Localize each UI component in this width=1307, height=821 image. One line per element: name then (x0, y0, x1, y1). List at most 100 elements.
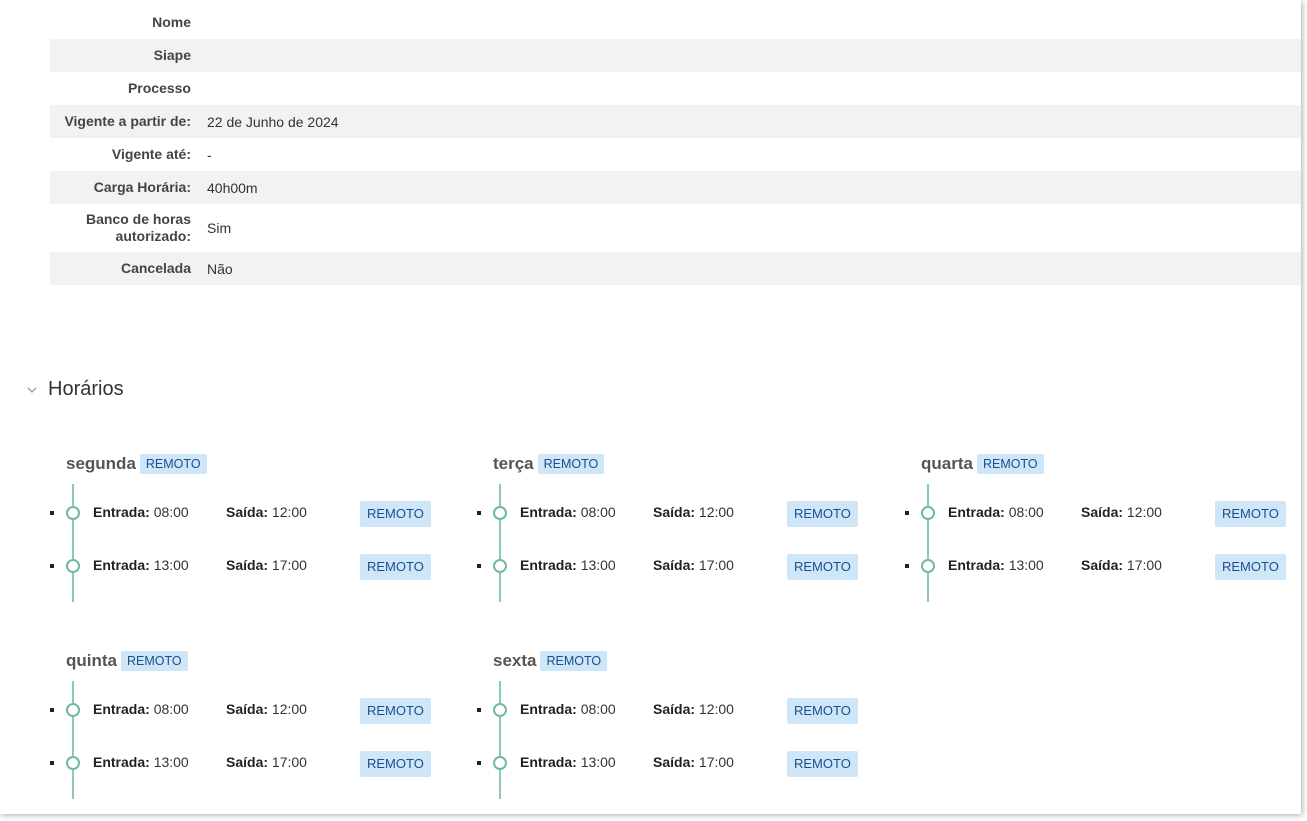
list-bullet (50, 511, 54, 515)
day-header: terça REMOTO (493, 452, 877, 476)
timeline-dot (66, 703, 80, 717)
schedule-entry: Entrada: 08:00 Saída: 12:00 REMOTO (50, 501, 450, 527)
saida-time: Saída: 17:00 (226, 754, 307, 770)
page-frame: Nome Siape Processo Vigente a partir de:… (0, 0, 1301, 814)
info-label: Processo (127, 80, 191, 96)
remote-badge: REMOTO (787, 554, 858, 580)
saida-time: Saída: 12:00 (653, 504, 734, 520)
saida-time: Saída: 17:00 (226, 557, 307, 573)
entrada-time: Entrada: 13:00 (948, 557, 1044, 573)
day-header: segunda REMOTO (66, 452, 450, 476)
entrada-time: Entrada: 08:00 (93, 701, 189, 717)
info-table: Nome Siape Processo Vigente a partir de:… (50, 6, 1301, 285)
remote-badge: REMOTO (360, 698, 431, 724)
info-value: Sim (207, 220, 232, 236)
list-bullet (477, 564, 481, 568)
timeline-dot (493, 756, 507, 770)
remote-badge: REMOTO (360, 501, 431, 527)
horarios-section-toggle[interactable]: Horários (26, 378, 124, 401)
schedule-entry: Entrada: 13:00 Saída: 17:00 REMOTO (50, 554, 450, 580)
list-bullet (477, 708, 481, 712)
info-label: Banco de horas autorizado: (85, 211, 191, 244)
entrada-time: Entrada: 13:00 (520, 557, 616, 573)
day-block-segunda: segunda REMOTO Entrada: 08:00 Saída: 12:… (50, 452, 450, 602)
info-row-vigente-inicio: Vigente a partir de: 22 de Junho de 2024 (50, 105, 1301, 138)
saida-time: Saída: 12:00 (226, 701, 307, 717)
saida-time: Saída: 17:00 (653, 557, 734, 573)
list-bullet (50, 761, 54, 765)
saida-time: Saída: 17:00 (1081, 557, 1162, 573)
chevron-down-icon[interactable] (26, 384, 38, 396)
info-value: Não (207, 260, 233, 277)
info-row-vigente-fim: Vigente até: - (50, 138, 1301, 171)
entrada-time: Entrada: 08:00 (948, 504, 1044, 520)
saida-time: Saída: 12:00 (226, 504, 307, 520)
timeline-dot (493, 506, 507, 520)
timeline-dot (493, 559, 507, 573)
saida-time: Saída: 12:00 (653, 701, 734, 717)
schedule-entry: Entrada: 08:00 Saída: 12:00 REMOTO (905, 501, 1301, 527)
schedule-entry: Entrada: 08:00 Saída: 12:00 REMOTO (477, 698, 877, 724)
info-value: 22 de Junho de 2024 (207, 113, 339, 130)
day-header: sexta REMOTO (493, 649, 877, 673)
remote-badge: REMOTO (540, 651, 608, 671)
section-title: Horários (48, 378, 124, 400)
info-label: Carga Horária: (93, 179, 191, 195)
info-label: Vigente a partir de: (64, 113, 191, 129)
day-name: terça (493, 454, 534, 473)
saida-time: Saída: 12:00 (1081, 504, 1162, 520)
info-row-carga-horaria: Carga Horária: 40h00m (50, 171, 1301, 204)
info-value: - (207, 146, 212, 163)
timeline-dot (66, 756, 80, 770)
remote-badge: REMOTO (121, 651, 188, 671)
list-bullet (905, 511, 909, 515)
remote-badge: REMOTO (787, 698, 858, 724)
entrada-time: Entrada: 08:00 (93, 504, 189, 520)
info-value: 40h00m (207, 179, 258, 196)
list-bullet (477, 761, 481, 765)
day-block-terca: terça REMOTO Entrada: 08:00 Saída: 12:00… (477, 452, 877, 602)
entrada-time: Entrada: 13:00 (93, 557, 189, 573)
day-name: quarta (921, 454, 973, 473)
list-bullet (50, 708, 54, 712)
info-row-cancelada: Cancelada Não (50, 252, 1301, 285)
entrada-time: Entrada: 13:00 (520, 754, 616, 770)
timeline-dot (921, 559, 935, 573)
remote-badge: REMOTO (360, 554, 431, 580)
remote-badge: REMOTO (537, 454, 605, 474)
entrada-time: Entrada: 08:00 (520, 504, 616, 520)
timeline-dot (66, 559, 80, 573)
timeline-dot (66, 506, 80, 520)
schedule-entry: Entrada: 13:00 Saída: 17:00 REMOTO (477, 554, 877, 580)
timeline-dot (921, 506, 935, 520)
info-row-siape: Siape (50, 39, 1301, 72)
info-label: Siape (153, 47, 191, 63)
remote-badge: REMOTO (976, 454, 1044, 474)
list-bullet (477, 511, 481, 515)
remote-badge: REMOTO (787, 501, 858, 527)
info-label: Cancelada (120, 260, 191, 276)
day-header: quinta REMOTO (66, 649, 450, 673)
list-bullet (905, 564, 909, 568)
schedule-entry: Entrada: 13:00 Saída: 17:00 REMOTO (50, 751, 450, 777)
day-name: segunda (66, 454, 136, 473)
day-block-quarta: quarta REMOTO Entrada: 08:00 Saída: 12:0… (905, 452, 1301, 602)
entrada-time: Entrada: 13:00 (93, 754, 189, 770)
day-name: sexta (493, 651, 537, 670)
timeline-dot (493, 703, 507, 717)
list-bullet (50, 564, 54, 568)
info-row-nome: Nome (50, 6, 1301, 39)
day-header: quarta REMOTO (921, 452, 1301, 476)
saida-time: Saída: 17:00 (653, 754, 734, 770)
entrada-time: Entrada: 08:00 (520, 701, 616, 717)
day-block-quinta: quinta REMOTO Entrada: 08:00 Saída: 12:0… (50, 649, 450, 799)
remote-badge: REMOTO (1215, 554, 1286, 580)
info-label: Nome (152, 14, 191, 30)
day-block-sexta: sexta REMOTO Entrada: 08:00 Saída: 12:00… (477, 649, 877, 799)
schedule-entry: Entrada: 08:00 Saída: 12:00 REMOTO (477, 501, 877, 527)
day-name: quinta (66, 651, 117, 670)
remote-badge: REMOTO (360, 751, 431, 777)
info-row-banco-horas: Banco de horas autorizado: Sim (50, 204, 1301, 252)
schedule-entry: Entrada: 13:00 Saída: 17:00 REMOTO (905, 554, 1301, 580)
schedule-entry: Entrada: 08:00 Saída: 12:00 REMOTO (50, 698, 450, 724)
